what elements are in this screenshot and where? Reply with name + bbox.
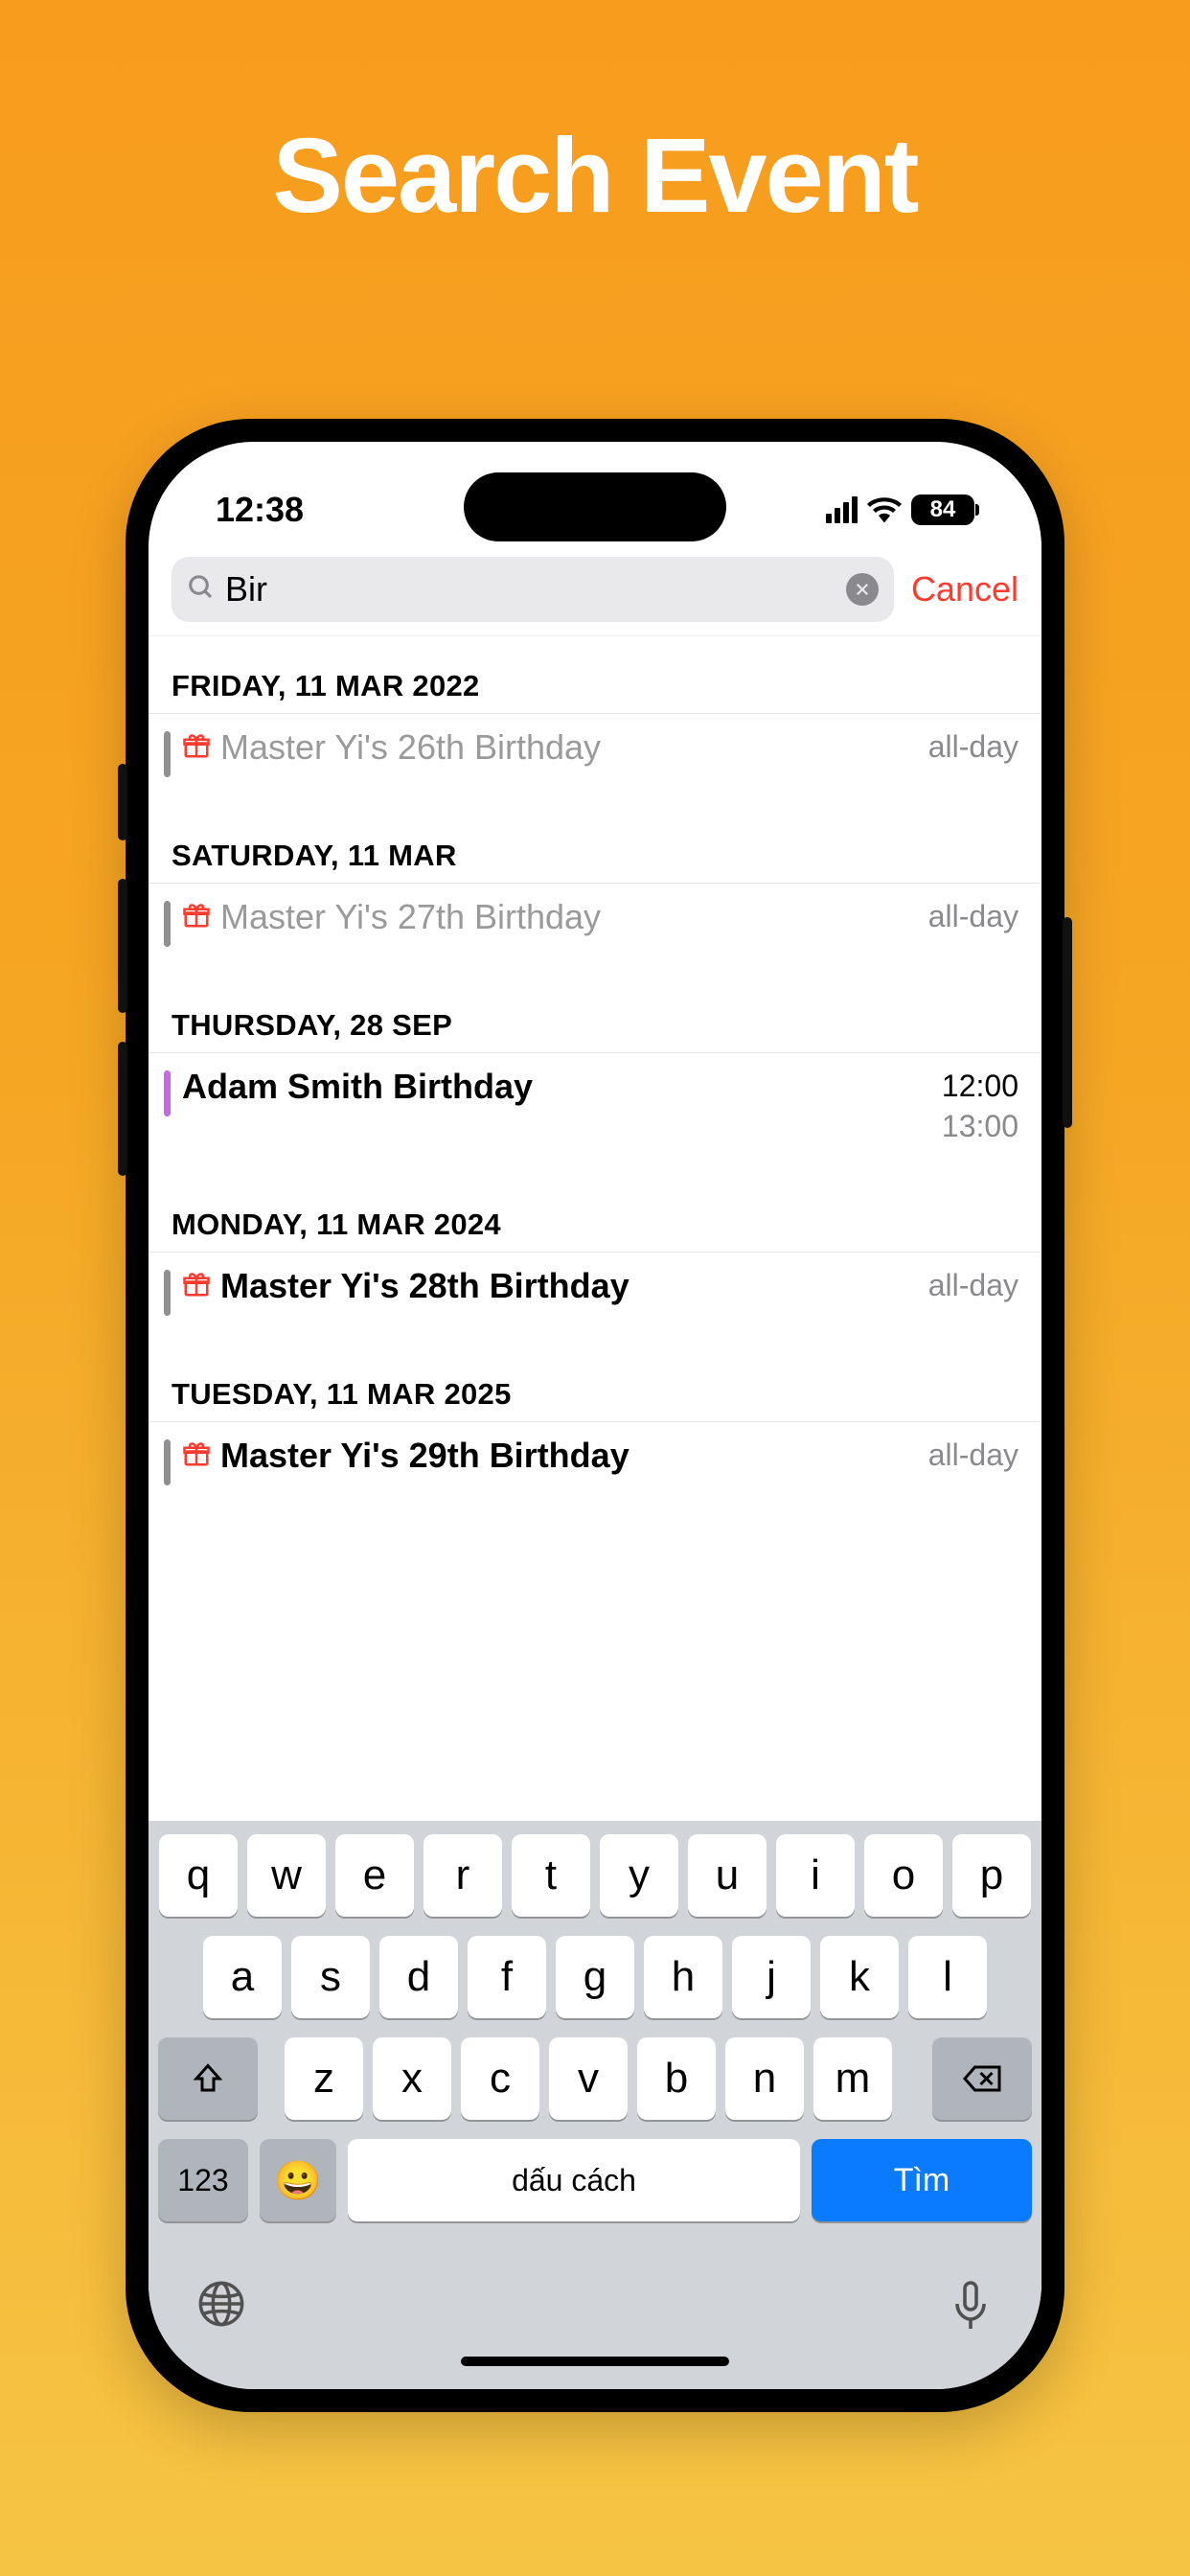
event-title: Adam Smith Birthday [182, 1067, 942, 1107]
key-s[interactable]: s [291, 1936, 370, 2018]
key-a[interactable]: a [203, 1936, 282, 2018]
section-header: TUESDAY, 11 MAR 2025 [149, 1329, 1041, 1421]
key-n[interactable]: n [725, 2037, 804, 2120]
section-header: FRIDAY, 11 MAR 2022 [149, 636, 1041, 713]
key-r[interactable]: r [423, 1834, 502, 1917]
keyboard: qwertyuiop asdfghjkl zxcvbnm 123 😀 dấu c… [149, 1821, 1041, 2389]
event-row[interactable]: Master Yi's 27th Birthdayall-day [149, 883, 1041, 960]
microphone-icon [948, 2279, 994, 2333]
event-title: Master Yi's 29th Birthday [220, 1436, 928, 1476]
gift-icon [182, 731, 211, 760]
event-row[interactable]: Master Yi's 26th Birthdayall-day [149, 713, 1041, 791]
section-header: SATURDAY, 11 MAR [149, 791, 1041, 883]
cancel-button[interactable]: Cancel [911, 569, 1018, 610]
key-y[interactable]: y [600, 1834, 678, 1917]
key-x[interactable]: x [373, 2037, 451, 2120]
key-h[interactable]: h [644, 1936, 722, 2018]
home-indicator[interactable] [461, 2357, 729, 2366]
device-side-button [118, 764, 127, 840]
section-header: THURSDAY, 28 SEP [149, 960, 1041, 1052]
gift-icon [182, 1439, 211, 1468]
status-icons: 84 [826, 494, 974, 525]
keyboard-search-key[interactable]: Tìm [812, 2139, 1032, 2221]
numbers-key[interactable]: 123 [158, 2139, 248, 2221]
dictation-key[interactable] [948, 2279, 994, 2337]
calendar-color-bar [164, 731, 171, 777]
key-t[interactable]: t [512, 1834, 590, 1917]
key-l[interactable]: l [908, 1936, 987, 2018]
search-field[interactable] [172, 557, 894, 622]
shift-key[interactable] [158, 2037, 258, 2120]
backspace-icon [962, 2061, 1002, 2096]
emoji-key[interactable]: 😀 [260, 2139, 336, 2221]
cellular-icon [826, 496, 858, 523]
event-time: all-day [928, 897, 1018, 937]
key-j[interactable]: j [732, 1936, 811, 2018]
wifi-icon [867, 496, 902, 523]
calendar-color-bar [164, 1270, 171, 1316]
event-row[interactable]: Master Yi's 28th Birthdayall-day [149, 1252, 1041, 1329]
key-m[interactable]: m [813, 2037, 892, 2120]
key-c[interactable]: c [461, 2037, 539, 2120]
event-time: all-day [928, 1436, 1018, 1476]
device-frame: 12:38 84 Cancel FRIDAY, 11 MAR 2022Maste… [126, 419, 1064, 2412]
event-row[interactable]: Master Yi's 29th Birthdayall-day [149, 1421, 1041, 1499]
calendar-color-bar [164, 1439, 171, 1485]
key-e[interactable]: e [335, 1834, 414, 1917]
close-icon [854, 581, 871, 598]
device-side-button [1063, 917, 1072, 1128]
key-o[interactable]: o [864, 1834, 943, 1917]
event-title: Master Yi's 27th Birthday [220, 897, 928, 937]
key-g[interactable]: g [556, 1936, 634, 2018]
backspace-key[interactable] [932, 2037, 1032, 2120]
calendar-color-bar [164, 1070, 171, 1116]
device-side-button [118, 1042, 127, 1176]
battery-icon: 84 [911, 494, 974, 525]
search-results[interactable]: FRIDAY, 11 MAR 2022Master Yi's 26th Birt… [149, 636, 1041, 1821]
key-k[interactable]: k [820, 1936, 899, 2018]
event-time: all-day [928, 1266, 1018, 1306]
status-bar: 12:38 84 [149, 442, 1041, 547]
search-input[interactable] [225, 569, 846, 610]
screen: 12:38 84 Cancel FRIDAY, 11 MAR 2022Maste… [149, 442, 1041, 2389]
event-time: all-day [928, 727, 1018, 768]
shift-icon [191, 2061, 225, 2096]
key-b[interactable]: b [637, 2037, 716, 2120]
event-time: 12:0013:00 [942, 1067, 1018, 1146]
gift-icon [182, 1270, 211, 1299]
globe-icon [196, 2279, 246, 2329]
key-w[interactable]: w [247, 1834, 326, 1917]
key-v[interactable]: v [549, 2037, 628, 2120]
key-u[interactable]: u [688, 1834, 767, 1917]
search-icon [187, 573, 216, 607]
search-bar: Cancel [149, 547, 1041, 636]
status-time: 12:38 [216, 490, 304, 530]
key-z[interactable]: z [285, 2037, 363, 2120]
device-side-button [118, 879, 127, 1013]
key-i[interactable]: i [776, 1834, 855, 1917]
event-title: Master Yi's 28th Birthday [220, 1266, 928, 1306]
event-row[interactable]: Adam Smith Birthday12:0013:00 [149, 1052, 1041, 1160]
emoji-icon: 😀 [274, 2158, 322, 2203]
promo-title: Search Event [272, 115, 917, 237]
key-q[interactable]: q [159, 1834, 238, 1917]
key-d[interactable]: d [379, 1936, 458, 2018]
section-header: MONDAY, 11 MAR 2024 [149, 1160, 1041, 1252]
key-f[interactable]: f [468, 1936, 546, 2018]
globe-key[interactable] [196, 2279, 246, 2337]
event-title: Master Yi's 26th Birthday [220, 727, 928, 768]
gift-icon [182, 901, 211, 930]
calendar-color-bar [164, 901, 171, 947]
space-key[interactable]: dấu cách [348, 2139, 800, 2221]
key-p[interactable]: p [952, 1834, 1031, 1917]
clear-search-button[interactable] [846, 573, 879, 606]
